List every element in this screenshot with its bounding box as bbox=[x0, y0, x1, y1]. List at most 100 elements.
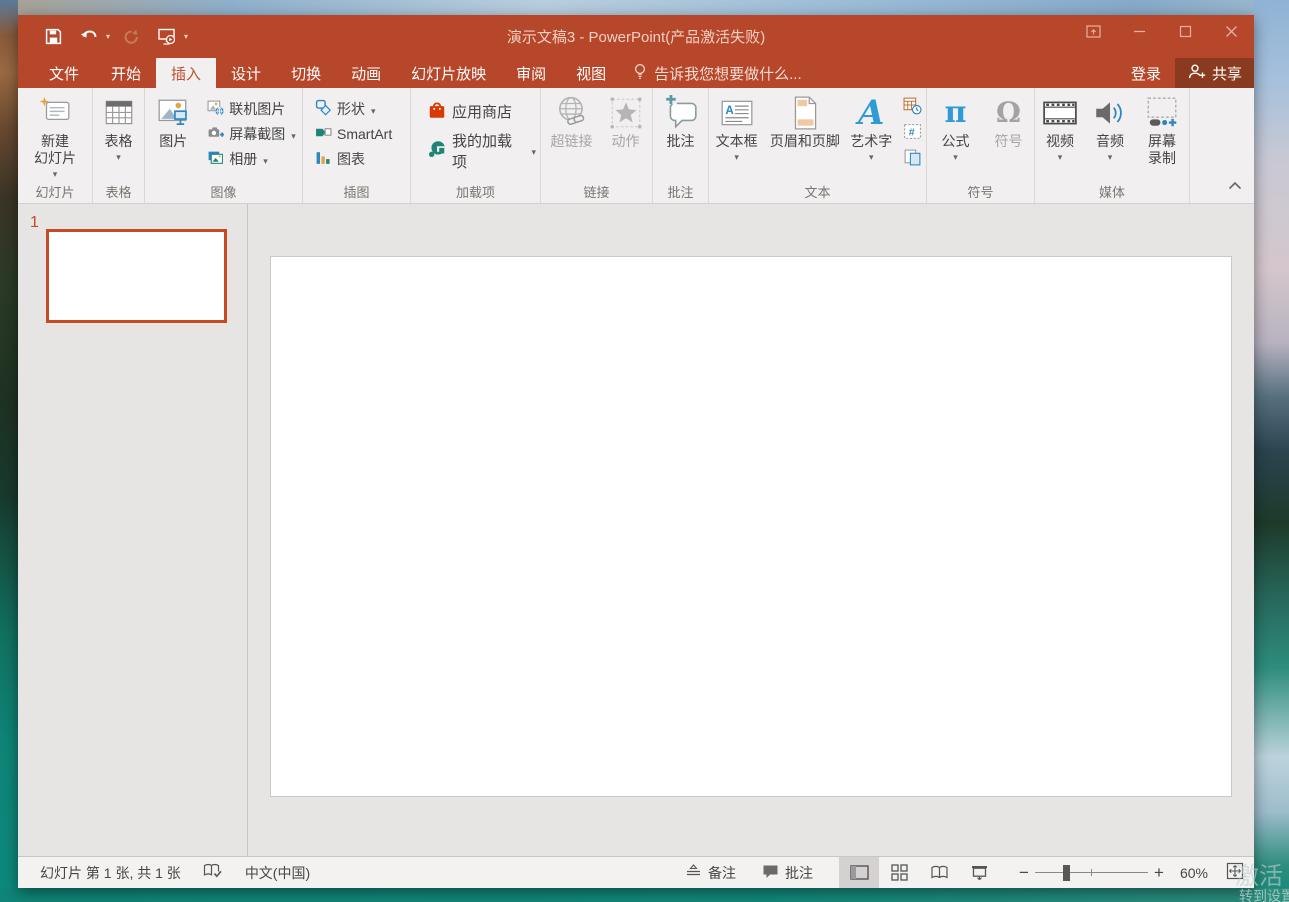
group-label-addins: 加载项 bbox=[411, 180, 540, 203]
text-box-button[interactable]: A 文本框 bbox=[709, 91, 764, 180]
minimize-icon[interactable] bbox=[1116, 15, 1162, 47]
desktop: ▾ ▾ 演示文稿3 - PowerPoint(产品激活失败) bbox=[0, 0, 1289, 902]
audio-icon bbox=[1092, 93, 1128, 133]
notes-icon bbox=[685, 864, 702, 881]
date-time-button[interactable] bbox=[899, 97, 926, 117]
desktop-wallpaper-left bbox=[0, 0, 18, 902]
slide-number-button[interactable]: # bbox=[899, 123, 926, 143]
collapse-ribbon-icon[interactable] bbox=[1228, 177, 1242, 195]
group-label-images: 图像 bbox=[145, 180, 302, 203]
object-button[interactable] bbox=[899, 149, 926, 169]
customize-qat-icon[interactable]: ▾ bbox=[184, 32, 188, 41]
tab-design[interactable]: 设计 bbox=[216, 58, 276, 88]
shapes-button[interactable]: 形状 bbox=[311, 96, 396, 121]
screen-recording-button[interactable]: 屏幕 录制 bbox=[1136, 91, 1188, 180]
smartart-button[interactable]: SmartArt bbox=[311, 121, 396, 146]
desktop-wallpaper-right bbox=[1254, 0, 1289, 902]
window-controls bbox=[1070, 15, 1254, 47]
dropdown-arrow-icon bbox=[531, 142, 536, 159]
group-label-links: 链接 bbox=[541, 180, 652, 203]
dropdown-arrow-icon bbox=[116, 151, 121, 161]
my-addins-button[interactable]: 我的加载项 bbox=[423, 138, 540, 163]
group-label-symbols: 符号 bbox=[927, 180, 1034, 203]
slide-thumbnail[interactable] bbox=[46, 229, 227, 323]
slide-sorter-view-button[interactable] bbox=[879, 857, 919, 888]
header-footer-icon bbox=[787, 93, 823, 133]
zoom-percentage[interactable]: 60% bbox=[1170, 865, 1218, 881]
photo-album-button[interactable]: 相册 bbox=[203, 146, 300, 171]
chart-icon bbox=[315, 149, 332, 169]
group-tables: 表格 表格 bbox=[93, 88, 145, 203]
equation-button[interactable]: π 公式 bbox=[931, 91, 981, 180]
comment-icon bbox=[663, 93, 699, 133]
wordart-button[interactable]: A 艺术字 bbox=[845, 91, 897, 180]
tab-home[interactable]: 开始 bbox=[96, 58, 156, 88]
reading-view-button[interactable] bbox=[919, 857, 959, 888]
share-button[interactable]: 共享 bbox=[1175, 58, 1254, 88]
zoom-out-button[interactable]: − bbox=[1013, 863, 1035, 883]
close-icon[interactable] bbox=[1208, 15, 1254, 47]
slide-number-label: 1 bbox=[30, 214, 39, 232]
group-label-slides: 幻灯片 bbox=[18, 180, 92, 203]
start-slideshow-icon[interactable] bbox=[152, 22, 182, 52]
tab-file[interactable]: 文件 bbox=[32, 58, 96, 88]
fit-slide-to-window-icon[interactable] bbox=[1226, 862, 1244, 883]
symbol-button: Ω 符号 bbox=[987, 91, 1031, 180]
chart-button[interactable]: 图表 bbox=[311, 146, 396, 171]
new-slide-button[interactable]: 新建 幻灯片 bbox=[34, 91, 76, 180]
table-button[interactable]: 表格 bbox=[102, 91, 136, 180]
comment-button[interactable]: 批注 bbox=[656, 91, 706, 180]
dropdown-arrow-icon bbox=[869, 151, 874, 161]
notes-button[interactable]: 备注 bbox=[685, 863, 736, 883]
video-icon bbox=[1042, 93, 1078, 133]
group-label-comments: 批注 bbox=[653, 180, 708, 203]
normal-view-button[interactable] bbox=[839, 857, 879, 888]
tab-review[interactable]: 审阅 bbox=[501, 58, 561, 88]
ribbon-display-options-icon[interactable] bbox=[1070, 15, 1116, 47]
picture-button[interactable]: 图片 bbox=[147, 91, 199, 180]
tell-me-label: 告诉我您想要做什么... bbox=[654, 63, 802, 84]
undo-dropdown-icon[interactable]: ▾ bbox=[106, 32, 110, 41]
save-icon[interactable] bbox=[38, 22, 68, 52]
tab-transitions[interactable]: 切换 bbox=[276, 58, 336, 88]
dropdown-arrow-icon bbox=[1058, 151, 1063, 161]
screenshot-button[interactable]: 屏幕截图 bbox=[203, 121, 300, 146]
zoom-in-button[interactable]: + bbox=[1148, 863, 1170, 883]
tab-slideshow[interactable]: 幻灯片放映 bbox=[396, 58, 501, 88]
tab-view[interactable]: 视图 bbox=[561, 58, 621, 88]
language-indicator[interactable]: 中文(中国) bbox=[245, 863, 310, 883]
tab-insert[interactable]: 插入 bbox=[156, 58, 216, 88]
ribbon-tabs: 文件 开始 插入 设计 切换 动画 幻灯片放映 审阅 视图 告诉我您想要做什么.… bbox=[18, 58, 1254, 88]
wordart-icon: A bbox=[858, 96, 884, 130]
zoom-slider[interactable] bbox=[1035, 863, 1148, 883]
tab-animations[interactable]: 动画 bbox=[336, 58, 396, 88]
online-pictures-button[interactable]: 联机图片 bbox=[203, 96, 300, 121]
account-area: 登录 共享 bbox=[1117, 58, 1254, 88]
slide-thumbnail-panel[interactable]: 1 bbox=[18, 204, 248, 856]
undo-icon[interactable] bbox=[74, 22, 104, 52]
tell-me-box[interactable]: 告诉我您想要做什么... bbox=[621, 58, 814, 88]
zoom-control: − + 60% bbox=[1013, 862, 1244, 883]
group-label-media: 媒体 bbox=[1035, 180, 1189, 203]
slide-canvas[interactable] bbox=[270, 256, 1232, 797]
action-icon bbox=[608, 93, 644, 133]
desktop-wallpaper-top bbox=[0, 0, 1289, 15]
spell-check-icon[interactable] bbox=[203, 863, 223, 882]
zoom-slider-thumb[interactable] bbox=[1063, 865, 1070, 881]
slideshow-view-button[interactable] bbox=[959, 857, 999, 888]
desktop-wallpaper-bottom bbox=[0, 888, 1289, 902]
slide-number-icon: # bbox=[903, 122, 922, 144]
comments-button[interactable]: 批注 bbox=[762, 863, 813, 883]
video-button[interactable]: 视频 bbox=[1036, 91, 1084, 180]
screen-recording-icon bbox=[1144, 93, 1180, 133]
header-footer-button[interactable]: 页眉和页脚 bbox=[766, 91, 843, 180]
dropdown-arrow-icon bbox=[1108, 151, 1113, 161]
hyperlink-button: 超链接 bbox=[545, 91, 599, 180]
sign-in-button[interactable]: 登录 bbox=[1117, 58, 1175, 88]
symbol-icon: Ω bbox=[996, 97, 1021, 129]
store-button[interactable]: 应用商店 bbox=[423, 99, 540, 124]
maximize-icon[interactable] bbox=[1162, 15, 1208, 47]
audio-button[interactable]: 音频 bbox=[1086, 91, 1134, 180]
share-label: 共享 bbox=[1212, 63, 1242, 84]
hyperlink-icon bbox=[554, 93, 590, 133]
